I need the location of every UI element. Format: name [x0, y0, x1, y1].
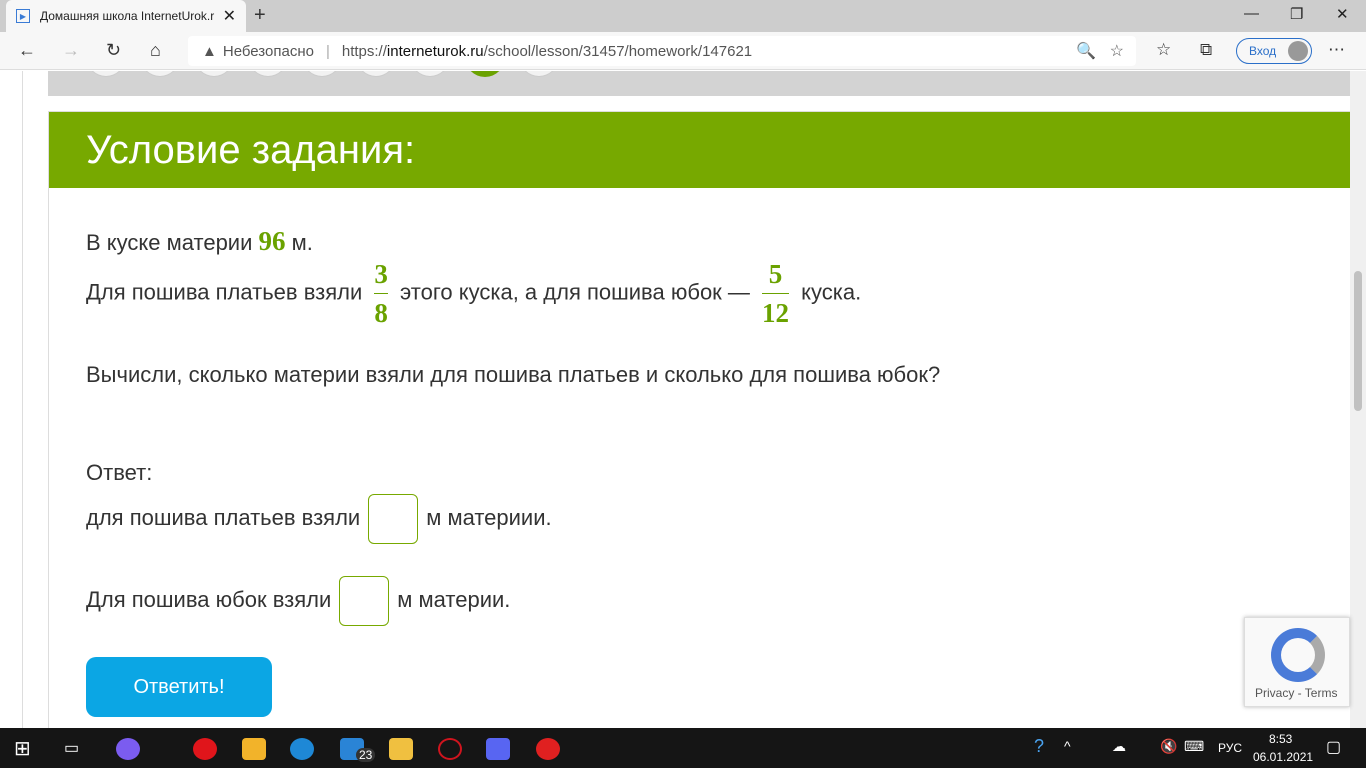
- taskbar: ⊞ ▭ 23 ? ^ ☁ 🔇 ⌨ РУС 8:53 06.01.2021 ▢: [0, 728, 1366, 768]
- task-line-1: В куске материи 96 м.: [86, 226, 313, 256]
- task-dot[interactable]: [194, 71, 234, 77]
- play-favicon-icon: ▶: [16, 9, 30, 23]
- more-icon[interactable]: ⋯: [1328, 40, 1345, 60]
- page: Условие задания: В куске материи 96 м. Д…: [0, 71, 1350, 728]
- start-icon[interactable]: ⊞: [14, 736, 31, 761]
- back-icon[interactable]: ←: [18, 40, 36, 61]
- total-value: 96: [258, 226, 286, 256]
- dresses-answer-input[interactable]: [368, 494, 419, 544]
- answer-label: Ответ:: [86, 460, 153, 485]
- url-path: /school/lesson/31457/homework/147621: [483, 42, 753, 60]
- task-line-2: Для пошива платьев взяли 38 этого куска,…: [86, 259, 862, 328]
- task-dot[interactable]: [86, 71, 126, 77]
- question: Вычисли, сколько материи взяли для пошив…: [86, 362, 941, 387]
- task-dot[interactable]: [356, 71, 396, 77]
- warning-icon: ▲: [202, 42, 217, 60]
- tray-chevron-icon[interactable]: ^: [1064, 738, 1071, 754]
- opera-gx-icon[interactable]: [438, 738, 462, 760]
- discord-icon[interactable]: [486, 738, 510, 760]
- explorer-icon[interactable]: [389, 738, 413, 760]
- task-dot[interactable]: [302, 71, 342, 77]
- submit-button[interactable]: Ответить!: [86, 657, 272, 717]
- answer-row-2: Для пошива юбок взяли м материи.: [86, 576, 1350, 626]
- task-dot-active[interactable]: [465, 71, 505, 77]
- favorites-icon[interactable]: ☆: [1156, 40, 1171, 60]
- clock-time[interactable]: 8:53: [1269, 732, 1292, 746]
- login-button[interactable]: Вход: [1236, 38, 1312, 64]
- security-label: Небезопасно: [222, 42, 314, 60]
- task-heading: Условие задания:: [49, 112, 1350, 188]
- task-card: Условие задания: В куске материи 96 м. Д…: [48, 111, 1350, 728]
- task-dot[interactable]: [519, 71, 559, 77]
- language[interactable]: РУС: [1218, 741, 1242, 755]
- scrollbar[interactable]: [1350, 71, 1366, 728]
- answer-row-1: для пошива платьев взяли м материии.: [86, 494, 1350, 544]
- edge-icon[interactable]: [290, 738, 314, 760]
- url-prefix: https://: [341, 42, 387, 60]
- fraction-1: 38: [374, 259, 388, 328]
- login-label: Вход: [1249, 44, 1277, 58]
- mail-badge: 23: [356, 748, 376, 762]
- clock-date[interactable]: 06.01.2021: [1253, 750, 1313, 764]
- browser-tab[interactable]: ▶ Домашняя школа InternetUrok.ru ✕: [6, 0, 246, 32]
- onedrive-icon[interactable]: ☁: [1112, 738, 1126, 755]
- zoom-icon[interactable]: 🔍: [1076, 43, 1096, 60]
- tab-title: Домашняя школа InternetUrok.ru: [40, 9, 215, 23]
- keyboard-icon[interactable]: ⌨: [1184, 738, 1204, 755]
- recaptcha-links[interactable]: Privacy - Terms: [1255, 686, 1337, 700]
- store-icon[interactable]: [242, 738, 266, 760]
- tab-bar: ▶ Домашняя школа InternetUrok.ru ✕ + — ❐…: [0, 0, 1366, 32]
- url-host: interneturok.ru: [386, 42, 484, 60]
- url-field[interactable]: ▲ Небезопасно | https://interneturok.ru /…: [188, 36, 1136, 66]
- restore-icon[interactable]: ❐: [1290, 5, 1303, 23]
- address-bar: ← → ↻ ⌂ ▲ Небезопасно | https://internet…: [0, 32, 1366, 70]
- recaptcha-logo-icon: [1271, 628, 1325, 682]
- help-icon[interactable]: ?: [1034, 736, 1044, 757]
- task-dot[interactable]: [410, 71, 450, 77]
- alice-icon[interactable]: [116, 738, 140, 760]
- close-tab-icon[interactable]: ✕: [223, 6, 236, 26]
- fraction-2: 5 12: [762, 259, 790, 328]
- close-window-icon[interactable]: ✕: [1336, 5, 1349, 23]
- refresh-icon[interactable]: ↻: [106, 40, 121, 61]
- task-dot[interactable]: [140, 71, 180, 77]
- home-icon[interactable]: ⌂: [150, 40, 161, 61]
- minimize-icon[interactable]: —: [1244, 5, 1259, 22]
- recaptcha-badge[interactable]: Privacy - Terms: [1244, 617, 1350, 707]
- skirts-answer-input[interactable]: [339, 576, 390, 626]
- new-tab-icon[interactable]: +: [254, 4, 266, 27]
- task-view-icon[interactable]: ▭: [64, 738, 79, 758]
- task-navigation: [48, 71, 1350, 96]
- task-dot[interactable]: [248, 71, 288, 77]
- yandex-icon[interactable]: [536, 738, 560, 760]
- volume-muted-icon[interactable]: 🔇: [1160, 738, 1177, 755]
- forward-icon[interactable]: →: [62, 40, 80, 61]
- avatar: [1288, 41, 1308, 61]
- opera-icon[interactable]: [193, 738, 217, 760]
- favorite-star-icon[interactable]: ☆: [1110, 43, 1124, 60]
- notifications-icon[interactable]: ▢: [1326, 737, 1341, 757]
- collections-icon[interactable]: ⧉: [1200, 40, 1212, 60]
